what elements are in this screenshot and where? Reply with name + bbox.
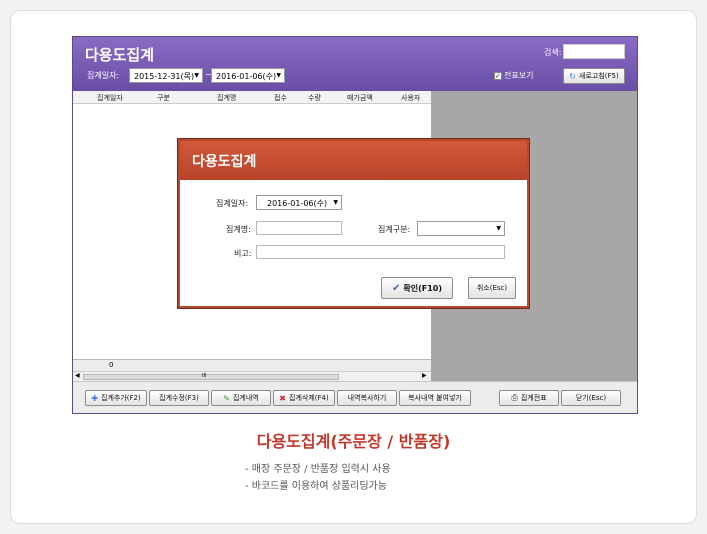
show-slip-label: 전표보기 bbox=[504, 71, 534, 80]
col-header-user[interactable]: 사용자 bbox=[401, 93, 420, 103]
paste-detail-button[interactable]: 복사내역 붙여넣기 bbox=[399, 390, 471, 406]
refresh-icon: ↻ bbox=[569, 71, 576, 81]
search-input[interactable] bbox=[563, 44, 625, 59]
col-header-receipt[interactable]: 접수 bbox=[274, 93, 287, 103]
refresh-label: 새로고침(F5) bbox=[579, 72, 619, 80]
add-summary-label: 집계추가(F2) bbox=[101, 394, 141, 402]
app-titlebar: 다용도집계 검색: 집계일자: 2015-12-31(목) ▼ ~ 2016-0… bbox=[73, 37, 637, 91]
delete-summary-button[interactable]: ✖ 집계삭제(F4) bbox=[273, 390, 335, 406]
plus-icon: ✚ bbox=[91, 393, 98, 403]
col-header-type[interactable]: 구분 bbox=[157, 93, 170, 103]
end-date-value: 2016-01-06(수) bbox=[216, 72, 277, 81]
col-header-name[interactable]: 집계명 bbox=[217, 93, 236, 103]
col-header-date[interactable]: 집계일자 bbox=[97, 93, 123, 103]
cancel-label: 취소(Esc) bbox=[476, 284, 508, 292]
start-date-value: 2015-12-31(목) bbox=[134, 72, 195, 81]
checkbox-check-icon[interactable]: ✓ bbox=[494, 71, 502, 80]
caption-description: - 매장 주문장 / 반품장 입력시 사용 - 바코드를 이용하여 상품리딩가능 bbox=[245, 461, 391, 495]
paste-detail-label: 복사내역 붙여넣기 bbox=[408, 394, 462, 402]
dialog-titlebar[interactable]: 다용도집계 bbox=[180, 141, 527, 180]
summary-detail-label: 집계내역 bbox=[232, 394, 259, 402]
end-date-combo[interactable]: 2016-01-06(수) ▼ bbox=[211, 68, 285, 83]
dialog-note-input[interactable] bbox=[256, 245, 505, 259]
col-header-amount[interactable]: 매가금액 bbox=[347, 93, 373, 103]
dialog-body: 집계일자: 2016-01-06(수) ▼ 집계명: 집계구분: ▼ 비고: ✔… bbox=[180, 180, 527, 306]
summary-slip-label: 집계전표 bbox=[520, 394, 547, 402]
confirm-label: 확인(F10) bbox=[403, 283, 443, 293]
grid-header: 집계일자 구분 집계명 접수 수량 매가금액 사용자 bbox=[73, 91, 431, 104]
bottom-toolbar: ✚ 집계추가(F2) 집계수정(F3) ✎ 집계내역 ✖ 집계삭제(F4) 내역… bbox=[73, 381, 637, 413]
copy-detail-button[interactable]: 내역복사하기 bbox=[337, 390, 397, 406]
chevron-down-icon: ▼ bbox=[333, 199, 338, 206]
summary-dialog: 다용도집계 집계일자: 2016-01-06(수) ▼ 집계명: 집계구분: ▼… bbox=[177, 138, 530, 309]
dialog-type-combo[interactable]: ▼ bbox=[417, 221, 505, 236]
copy-detail-label: 내역복사하기 bbox=[347, 394, 387, 402]
dialog-type-label: 집계구분: bbox=[378, 225, 411, 234]
summary-slip-button[interactable]: ⎙ 집계전표 bbox=[499, 390, 559, 406]
edit-summary-label: 집계수정(F3) bbox=[159, 394, 199, 402]
app-title: 다용도집계 bbox=[85, 46, 155, 64]
edit-summary-button[interactable]: 집계수정(F3) bbox=[149, 390, 209, 406]
scroll-left-icon[interactable]: ◀ bbox=[75, 372, 80, 379]
close-label: 닫기(Esc) bbox=[575, 394, 607, 402]
caption-line-2: - 바코드를 이용하여 상품리딩가능 bbox=[245, 481, 387, 492]
footer-total: 0 bbox=[109, 361, 114, 369]
delete-summary-label: 집계삭제(F4) bbox=[289, 394, 329, 402]
printer-icon: ⎙ bbox=[511, 393, 518, 402]
caption-line-1: - 매장 주문장 / 반품장 입력시 사용 bbox=[245, 464, 391, 475]
chevron-down-icon: ▼ bbox=[496, 225, 501, 232]
dialog-note-label: 비고: bbox=[234, 249, 252, 258]
scroll-thumb[interactable]: III bbox=[83, 373, 339, 380]
dialog-name-label: 집계명: bbox=[226, 225, 251, 234]
pencil-icon: ✎ bbox=[223, 393, 230, 403]
refresh-button[interactable]: ↻ 새로고침(F5) bbox=[563, 68, 625, 84]
close-button[interactable]: 닫기(Esc) bbox=[561, 390, 621, 406]
dialog-name-input[interactable] bbox=[256, 221, 342, 235]
dialog-date-value: 2016-01-06(수) bbox=[267, 199, 328, 208]
col-header-quantity[interactable]: 수량 bbox=[308, 93, 321, 103]
horizontal-scrollbar[interactable]: ◀ III ▶ bbox=[73, 371, 431, 381]
add-summary-button[interactable]: ✚ 집계추가(F2) bbox=[85, 390, 147, 406]
chevron-down-icon: ▼ bbox=[276, 72, 281, 79]
confirm-button[interactable]: ✔ 확인(F10) bbox=[381, 277, 453, 299]
search-label: 검색: bbox=[544, 48, 562, 57]
cancel-button[interactable]: 취소(Esc) bbox=[468, 277, 516, 299]
caption-title: 다용도집계(주문장 / 반품장) bbox=[256, 432, 451, 451]
scroll-grip: III bbox=[202, 373, 207, 379]
period-label: 집계일자: bbox=[87, 71, 120, 80]
show-slip-checkbox[interactable]: ✓ 전표보기 bbox=[494, 70, 533, 81]
dialog-title: 다용도집계 bbox=[192, 154, 257, 170]
delete-icon: ✖ bbox=[279, 393, 286, 403]
start-date-combo[interactable]: 2015-12-31(목) ▼ bbox=[129, 68, 203, 83]
chevron-down-icon: ▼ bbox=[194, 72, 199, 79]
dialog-date-label: 집계일자: bbox=[216, 199, 249, 208]
check-icon: ✔ bbox=[391, 282, 401, 294]
dialog-date-combo[interactable]: 2016-01-06(수) ▼ bbox=[256, 195, 342, 210]
grid-footer: 0 bbox=[73, 359, 431, 371]
summary-detail-button[interactable]: ✎ 집계내역 bbox=[211, 390, 271, 406]
scroll-right-icon[interactable]: ▶ bbox=[422, 372, 427, 379]
